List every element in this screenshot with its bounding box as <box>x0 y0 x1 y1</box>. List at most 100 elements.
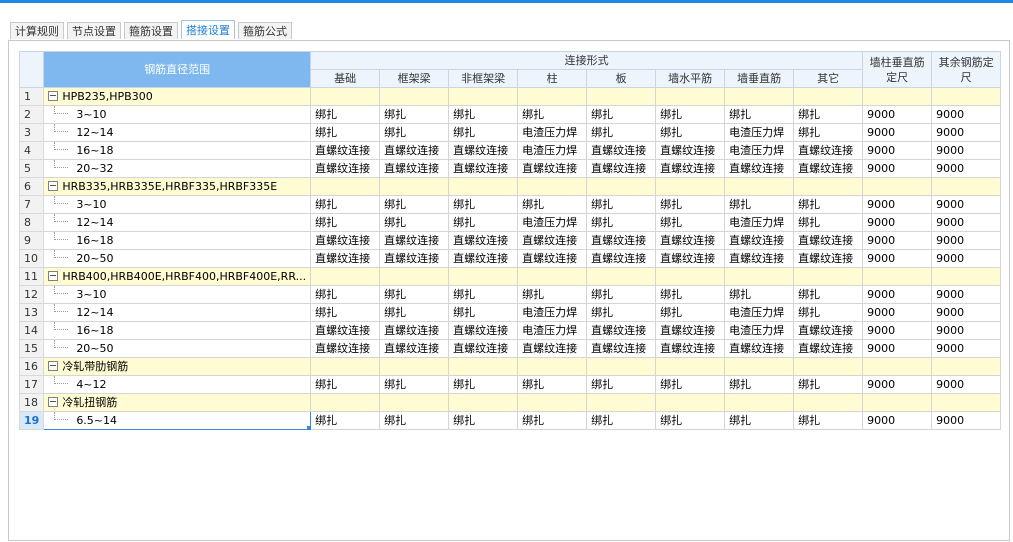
connection-cell[interactable] <box>793 393 864 412</box>
collapse-toggle-icon[interactable] <box>48 361 59 371</box>
connection-cell[interactable]: 绑扎 <box>517 375 588 394</box>
connection-cell[interactable] <box>724 393 795 412</box>
connection-cell[interactable]: 绑扎 <box>448 105 519 124</box>
collapse-toggle-icon[interactable] <box>48 91 59 101</box>
connection-cell[interactable]: 直螺纹连接 <box>379 141 450 160</box>
length-cell[interactable] <box>931 177 1002 196</box>
connection-cell[interactable]: 绑扎 <box>655 411 726 430</box>
connection-cell[interactable] <box>655 87 726 106</box>
connection-cell[interactable]: 直螺纹连接 <box>655 141 726 160</box>
connection-cell[interactable]: 直螺纹连接 <box>517 159 588 178</box>
connection-cell[interactable] <box>586 177 657 196</box>
connection-cell[interactable] <box>517 357 588 376</box>
connection-cell[interactable]: 绑扎 <box>379 105 450 124</box>
connection-cell[interactable]: 绑扎 <box>448 303 519 322</box>
col-header-wall-column-length[interactable]: 墙柱垂直筋定尺 <box>862 51 933 88</box>
length-cell[interactable]: 9000 <box>862 213 933 232</box>
group-label-cell[interactable]: HRB400,HRB400E,HRBF400,HRBF400E,RR... <box>43 267 312 286</box>
col-header-range[interactable]: 钢筋直径范围 <box>43 51 312 88</box>
range-cell[interactable]: 6.5~14 <box>43 411 312 430</box>
connection-cell[interactable]: 直螺纹连接 <box>793 231 864 250</box>
length-cell[interactable] <box>862 267 933 286</box>
connection-cell[interactable]: 直螺纹连接 <box>310 231 381 250</box>
connection-cell[interactable]: 直螺纹连接 <box>448 339 519 358</box>
connection-cell[interactable]: 绑扎 <box>655 105 726 124</box>
table-group-row[interactable]: 11 HRB400,HRB400E,HRBF400,HRBF400E,RR... <box>18 267 1002 286</box>
connection-cell[interactable]: 直螺纹连接 <box>379 231 450 250</box>
tab-stirrup-settings[interactable]: 箍筋设置 <box>124 22 178 39</box>
length-cell[interactable] <box>862 177 933 196</box>
connection-cell[interactable]: 绑扎 <box>586 411 657 430</box>
connection-cell[interactable]: 绑扎 <box>517 195 588 214</box>
connection-cell[interactable] <box>793 87 864 106</box>
connection-cell[interactable]: 直螺纹连接 <box>586 249 657 268</box>
col-header-connection[interactable]: 非框架梁 <box>448 69 519 88</box>
connection-cell[interactable]: 绑扎 <box>655 195 726 214</box>
connection-cell[interactable]: 绑扎 <box>793 375 864 394</box>
range-cell[interactable]: 16~18 <box>43 321 312 340</box>
range-cell[interactable]: 3~10 <box>43 105 312 124</box>
range-cell[interactable]: 12~14 <box>43 303 312 322</box>
connection-cell[interactable]: 绑扎 <box>310 375 381 394</box>
connection-cell[interactable]: 绑扎 <box>379 285 450 304</box>
connection-cell[interactable]: 电渣压力焊 <box>724 303 795 322</box>
length-cell[interactable]: 9000 <box>931 375 1002 394</box>
connection-cell[interactable]: 直螺纹连接 <box>724 159 795 178</box>
connection-cell[interactable] <box>655 267 726 286</box>
connection-cell[interactable] <box>448 357 519 376</box>
range-cell[interactable]: 16~18 <box>43 141 312 160</box>
tab-calc-rules[interactable]: 计算规则 <box>10 22 64 39</box>
connection-cell[interactable]: 电渣压力焊 <box>517 213 588 232</box>
connection-cell[interactable] <box>448 87 519 106</box>
connection-cell[interactable]: 直螺纹连接 <box>379 339 450 358</box>
connection-cell[interactable]: 绑扎 <box>655 123 726 142</box>
table-group-row[interactable]: 16 冷轧带肋钢筋 <box>18 357 1002 376</box>
connection-cell[interactable] <box>379 87 450 106</box>
collapse-toggle-icon[interactable] <box>48 397 59 407</box>
connection-cell[interactable]: 直螺纹连接 <box>310 159 381 178</box>
connection-cell[interactable] <box>586 357 657 376</box>
connection-cell[interactable]: 直螺纹连接 <box>379 249 450 268</box>
length-cell[interactable]: 9000 <box>931 195 1002 214</box>
connection-cell[interactable]: 直螺纹连接 <box>655 231 726 250</box>
connection-cell[interactable]: 绑扎 <box>655 285 726 304</box>
table-row[interactable]: 10 20~50 直螺纹连接 直螺纹连接 直螺纹连接 直螺纹连接 直螺纹连接 直螺纹连接 直螺纹… <box>18 249 1002 268</box>
connection-cell[interactable] <box>310 267 381 286</box>
connection-cell[interactable] <box>793 177 864 196</box>
length-cell[interactable]: 9000 <box>862 249 933 268</box>
connection-cell[interactable]: 直螺纹连接 <box>517 339 588 358</box>
range-cell[interactable]: 20~32 <box>43 159 312 178</box>
connection-cell[interactable]: 绑扎 <box>310 213 381 232</box>
table-row[interactable]: 15 20~50 直螺纹连接 直螺纹连接 直螺纹连接 直螺纹连接 直螺纹连接 直螺纹连接 直螺纹… <box>18 339 1002 358</box>
connection-cell[interactable]: 直螺纹连接 <box>655 249 726 268</box>
length-cell[interactable]: 9000 <box>931 123 1002 142</box>
connection-cell[interactable]: 直螺纹连接 <box>586 141 657 160</box>
connection-cell[interactable]: 绑扎 <box>448 285 519 304</box>
connection-cell[interactable]: 绑扎 <box>586 303 657 322</box>
length-cell[interactable]: 9000 <box>862 321 933 340</box>
connection-cell[interactable]: 直螺纹连接 <box>310 141 381 160</box>
collapse-toggle-icon[interactable] <box>48 181 59 191</box>
table-row[interactable]: 17 4~12 绑扎 绑扎 绑扎 绑扎 绑扎 绑扎 绑扎 绑扎 9000 9000 <box>18 375 1002 394</box>
connection-cell[interactable]: 直螺纹连接 <box>517 249 588 268</box>
length-cell[interactable]: 9000 <box>862 411 933 430</box>
tab-lap-settings[interactable]: 搭接设置 <box>181 20 235 39</box>
connection-cell[interactable]: 电渣压力焊 <box>724 213 795 232</box>
connection-cell[interactable]: 绑扎 <box>586 123 657 142</box>
connection-cell[interactable]: 直螺纹连接 <box>655 159 726 178</box>
connection-cell[interactable] <box>655 177 726 196</box>
connection-cell[interactable] <box>448 393 519 412</box>
length-cell[interactable]: 9000 <box>931 105 1002 124</box>
connection-cell[interactable]: 直螺纹连接 <box>310 249 381 268</box>
connection-cell[interactable]: 直螺纹连接 <box>586 339 657 358</box>
range-cell[interactable]: 12~14 <box>43 123 312 142</box>
connection-cell[interactable]: 绑扎 <box>379 195 450 214</box>
connection-cell[interactable]: 直螺纹连接 <box>448 159 519 178</box>
connection-cell[interactable]: 绑扎 <box>793 411 864 430</box>
col-header-connection[interactable]: 框架梁 <box>379 69 450 88</box>
table-group-row[interactable]: 18 冷轧扭钢筋 <box>18 393 1002 412</box>
range-cell[interactable]: 20~50 <box>43 249 312 268</box>
connection-cell[interactable]: 直螺纹连接 <box>655 339 726 358</box>
connection-cell[interactable]: 电渣压力焊 <box>724 123 795 142</box>
range-cell[interactable]: 16~18 <box>43 231 312 250</box>
